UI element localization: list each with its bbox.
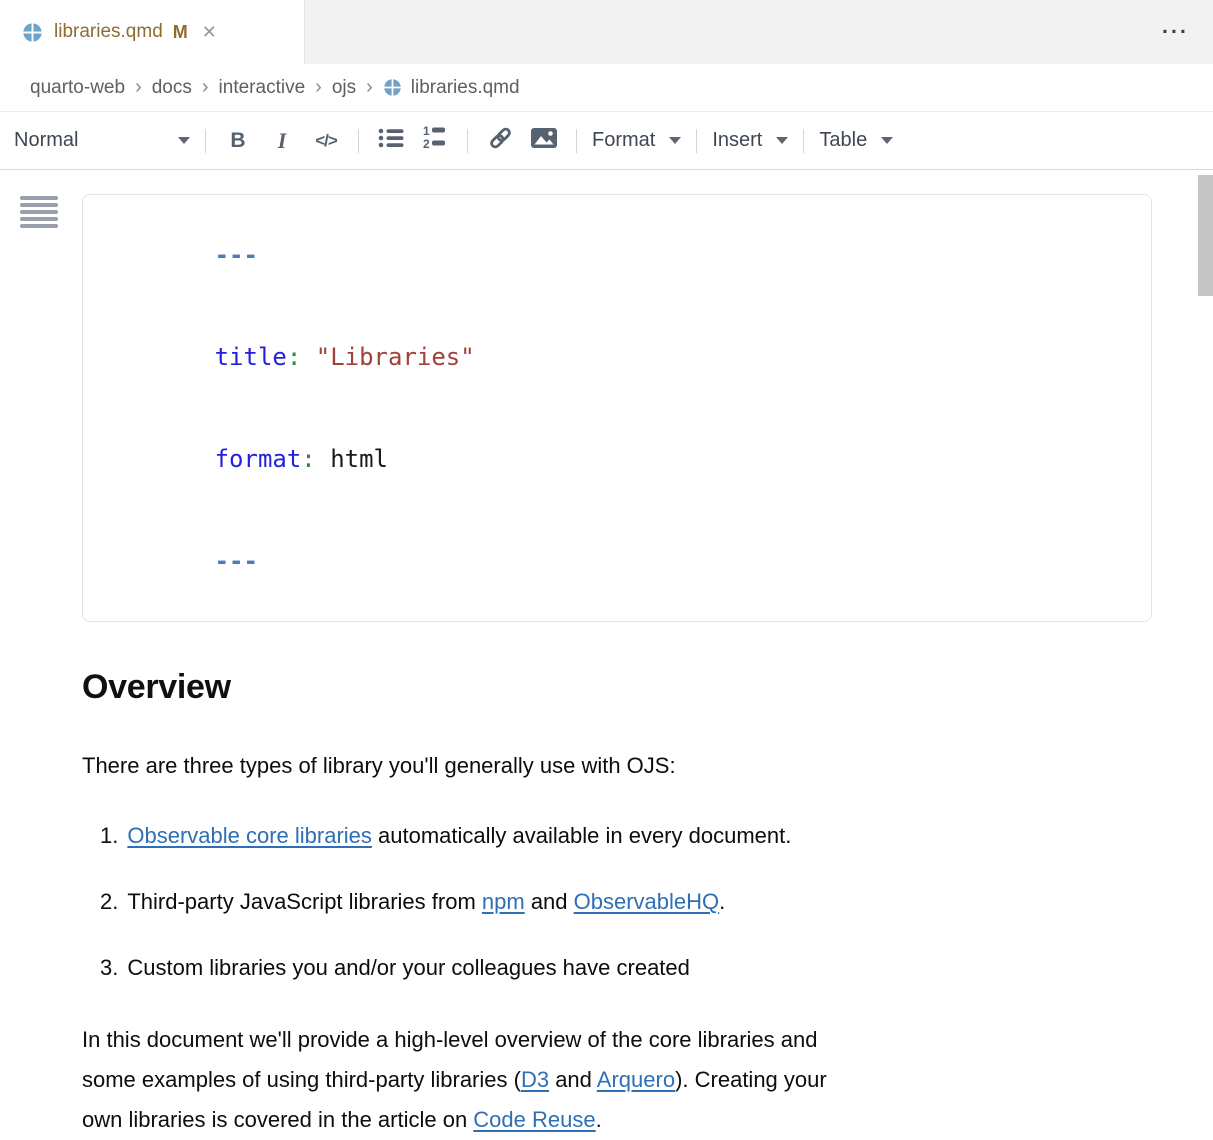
yaml-string-value: "Libraries": [316, 343, 475, 371]
inline-link[interactable]: Code Reuse: [473, 1107, 595, 1132]
chevron-down-icon: [669, 137, 681, 144]
link-icon: [487, 125, 514, 157]
text-segment: .: [596, 1107, 602, 1132]
bullet-list-button[interactable]: [374, 124, 408, 158]
intro-paragraph: There are three types of library you'll …: [82, 752, 1152, 780]
tab-bar: libraries.qmd M ✕ ···: [0, 0, 1213, 64]
ordered-list: 1. Observable core libraries automatical…: [82, 822, 1153, 982]
yaml-colon: :: [287, 343, 316, 371]
list-item-text: Third-party JavaScript libraries from np…: [127, 888, 725, 916]
link-button[interactable]: [483, 124, 517, 158]
insert-menu-label: Insert: [712, 129, 762, 152]
tab-title: libraries.qmd: [54, 21, 163, 43]
insert-menu[interactable]: Insert: [712, 129, 788, 152]
numbered-list-icon: 1 2: [422, 125, 448, 157]
table-menu[interactable]: Table: [819, 129, 893, 152]
breadcrumb-item-interactive[interactable]: interactive: [219, 77, 306, 99]
list-number: 3.: [100, 954, 118, 982]
quarto-visual-editor: libraries.qmd M ✕ ··· quarto-web › docs …: [0, 0, 1213, 1140]
chevron-right-icon: ›: [315, 77, 322, 97]
text-segment: and: [525, 889, 574, 914]
breadcrumb: quarto-web › docs › interactive › ojs › …: [0, 64, 1213, 112]
chevron-right-icon: ›: [366, 77, 373, 97]
document-body[interactable]: --- title: "Libraries" format: html --- …: [0, 170, 1213, 1140]
chevron-down-icon: [776, 137, 788, 144]
text-segment: and: [549, 1067, 597, 1092]
inline-link[interactable]: Observable core libraries: [127, 823, 372, 848]
table-menu-label: Table: [819, 129, 867, 152]
breadcrumb-item-quarto-web[interactable]: quarto-web: [30, 77, 125, 99]
yaml-key: format: [215, 445, 302, 473]
svg-text:2: 2: [423, 137, 430, 151]
chevron-right-icon: ›: [202, 77, 209, 97]
yaml-fence: ---: [215, 547, 258, 575]
list-item-text: Custom libraries you and/or your colleag…: [127, 954, 690, 982]
scrollbar-thumb[interactable]: [1198, 175, 1213, 296]
breadcrumb-item-file[interactable]: libraries.qmd: [383, 77, 520, 99]
yaml-line: title: "Libraries": [99, 306, 1135, 408]
list-item: 1. Observable core libraries automatical…: [100, 822, 1153, 850]
yaml-plain-value: html: [330, 445, 388, 473]
inline-link[interactable]: Arquero: [597, 1067, 675, 1092]
closing-paragraph: In this document we'll provide a high-le…: [82, 1020, 1152, 1140]
toolbar-separator: [467, 129, 468, 153]
close-tab-icon[interactable]: ✕: [202, 23, 217, 41]
modified-badge: M: [173, 22, 188, 43]
toolbar-separator: [358, 129, 359, 153]
list-number: 1.: [100, 822, 118, 850]
format-menu-label: Format: [592, 129, 655, 152]
bold-button[interactable]: B: [221, 124, 255, 158]
image-button[interactable]: [527, 124, 561, 158]
yaml-colon: :: [301, 445, 330, 473]
chevron-down-icon: [881, 137, 893, 144]
list-item-text: Observable core libraries automatically …: [127, 822, 791, 850]
text-segment: .: [719, 889, 725, 914]
bullet-list-icon: [378, 127, 405, 155]
yaml-line: format: html: [99, 408, 1135, 510]
yaml-front-matter-block[interactable]: --- title: "Libraries" format: html ---: [82, 194, 1152, 622]
toolbar-separator: [576, 129, 577, 153]
formatting-toolbar: Normal B I </> 1 2: [0, 112, 1213, 170]
toolbar-separator: [696, 129, 697, 153]
quarto-file-icon: [383, 78, 402, 97]
yaml-line: ---: [99, 510, 1135, 612]
breadcrumb-file-label: libraries.qmd: [411, 77, 520, 99]
paragraph-style-dropdown[interactable]: Normal: [14, 129, 190, 152]
heading-overview: Overview: [82, 668, 1153, 706]
breadcrumb-item-docs[interactable]: docs: [152, 77, 192, 99]
paragraph-style-label: Normal: [14, 129, 78, 152]
yaml-key: title: [215, 343, 287, 371]
yaml-fence: ---: [215, 241, 258, 269]
numbered-list-button[interactable]: 1 2: [418, 124, 452, 158]
text-segment: Third-party JavaScript libraries from: [127, 889, 482, 914]
list-item: 3. Custom libraries you and/or your coll…: [100, 954, 1153, 982]
list-item: 2. Third-party JavaScript libraries from…: [100, 888, 1153, 916]
breadcrumb-item-ojs[interactable]: ojs: [332, 77, 356, 99]
text-segment: automatically available in every documen…: [372, 823, 791, 848]
chevron-down-icon: [178, 137, 190, 144]
inline-link[interactable]: ObservableHQ: [574, 889, 720, 914]
quarto-file-icon: [22, 22, 43, 43]
list-number: 2.: [100, 888, 118, 916]
yaml-line: ---: [99, 204, 1135, 306]
text-segment: Custom libraries you and/or your colleag…: [127, 955, 690, 980]
more-actions-button[interactable]: ···: [1162, 22, 1189, 43]
toolbar-separator: [803, 129, 804, 153]
italic-button[interactable]: I: [265, 124, 299, 158]
toolbar-separator: [205, 129, 206, 153]
tab-bar-empty-space: [305, 0, 1213, 64]
image-icon: [530, 127, 558, 155]
inline-link[interactable]: npm: [482, 889, 525, 914]
block-drag-handle-icon[interactable]: [20, 196, 58, 231]
format-menu[interactable]: Format: [592, 129, 681, 152]
chevron-right-icon: ›: [135, 77, 142, 97]
code-button[interactable]: </>: [309, 124, 343, 158]
tab-libraries-qmd[interactable]: libraries.qmd M ✕: [0, 0, 305, 64]
inline-link[interactable]: D3: [521, 1067, 549, 1092]
